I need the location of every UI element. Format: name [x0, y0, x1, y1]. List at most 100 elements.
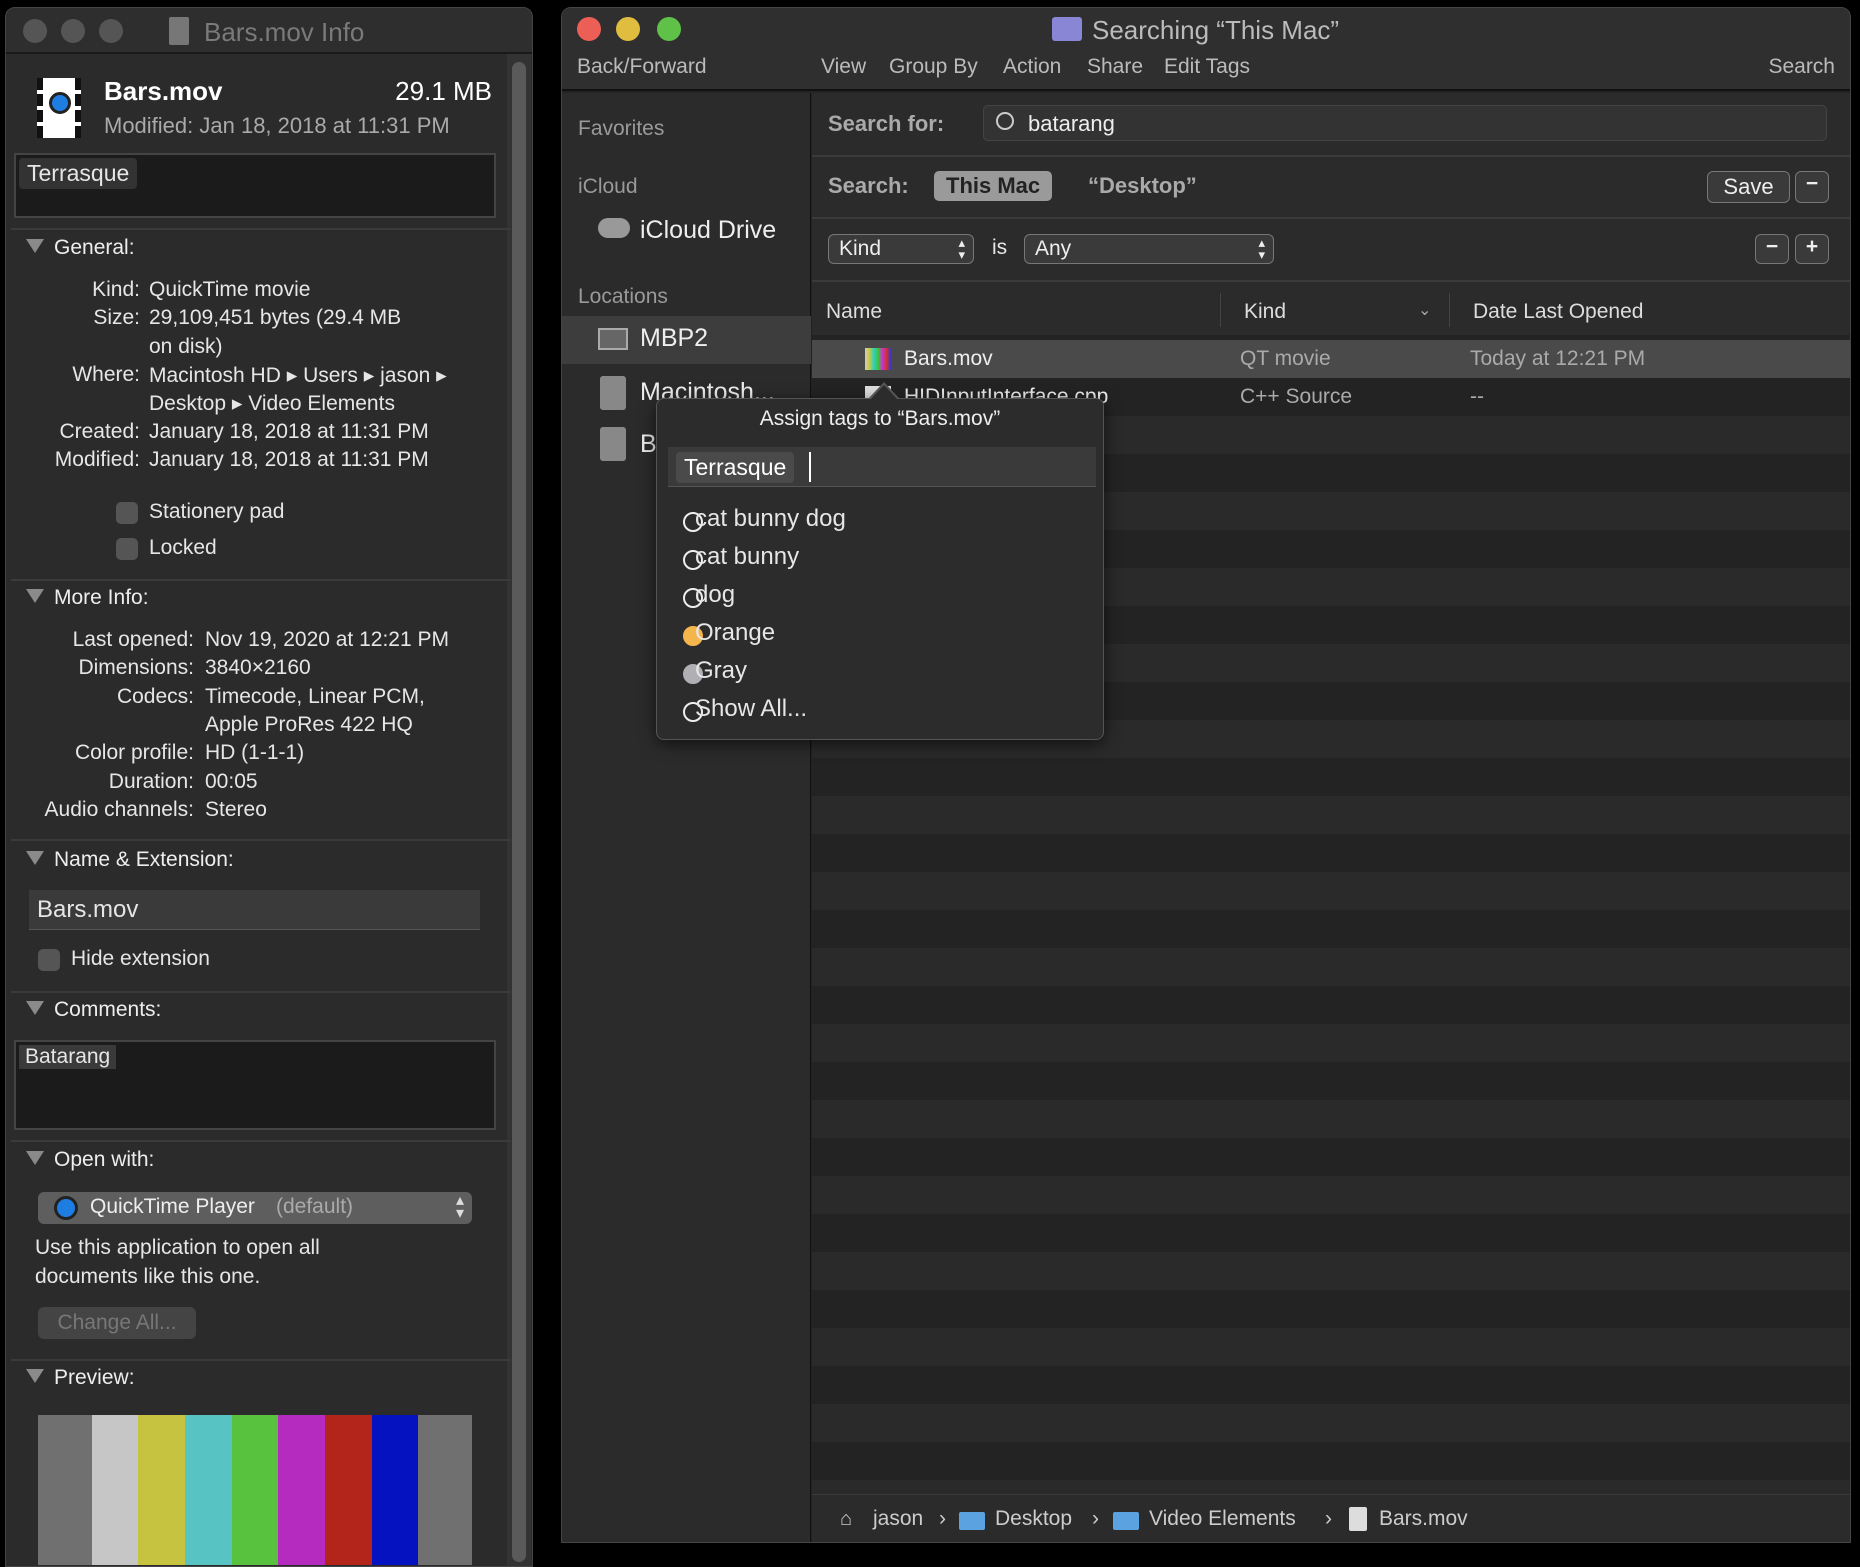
tag-token[interactable]: Terrasque — [19, 158, 138, 189]
info-row-value: 00:05 — [205, 769, 258, 793]
scope-this-mac-button[interactable]: This Mac — [934, 171, 1053, 201]
toolbar: Searching “This Mac” Back/Forward View G… — [562, 8, 1850, 91]
open-with-section-header[interactable]: Open with: — [26, 1148, 154, 1172]
hide-extension-checkbox[interactable] — [38, 949, 60, 971]
criteria-value-popup[interactable]: Any ▴ ▾ — [1024, 234, 1274, 264]
empty-row — [812, 1404, 1850, 1442]
scroll-thumb[interactable] — [512, 62, 526, 1562]
disclosure-triangle-icon[interactable] — [26, 851, 44, 865]
disclosure-triangle-icon[interactable] — [26, 1151, 44, 1165]
back-forward-button[interactable]: Back/Forward — [577, 55, 707, 79]
up-down-chevron-icon: ▴ ▾ — [455, 1192, 464, 1222]
locations-header: Locations — [578, 285, 668, 308]
search-input[interactable]: batarang — [983, 105, 1827, 141]
info-row-value: Nov 19, 2020 at 12:21 PM — [205, 628, 449, 651]
info-row-value: HD (1-1-1) — [205, 741, 305, 765]
stationery-pad-checkbox[interactable] — [116, 502, 138, 524]
zoom-button[interactable] — [657, 17, 681, 41]
zoom-button[interactable] — [99, 19, 123, 43]
modified-date: Modified: Jan 18, 2018 at 11:31 PM — [104, 113, 450, 138]
general-section-header[interactable]: General: — [26, 236, 135, 260]
up-down-chevron-icon: ▴ ▾ — [958, 235, 965, 262]
disclosure-triangle-icon[interactable] — [26, 589, 44, 603]
minimize-button[interactable] — [616, 17, 640, 41]
empty-row — [812, 948, 1850, 986]
tag-token[interactable]: Terrasque — [676, 452, 795, 483]
info-row-label: Audio channels: — [44, 797, 194, 821]
search-icon — [996, 112, 1014, 130]
add-rule-button[interactable]: + — [1795, 234, 1829, 264]
column-header-name[interactable]: Name — [826, 300, 882, 324]
info-row-label: Kind: — [92, 278, 140, 301]
sidebar-item-mbp2[interactable]: MBP2 — [562, 316, 811, 364]
path-item-desktop[interactable]: Desktop — [995, 1507, 1072, 1531]
disclosure-triangle-icon[interactable] — [26, 239, 44, 253]
close-button[interactable] — [577, 17, 601, 41]
path-item-jason[interactable]: jason — [873, 1507, 923, 1531]
folder-icon — [959, 1512, 985, 1530]
scrollbar[interactable] — [507, 54, 531, 1566]
empty-row — [812, 1062, 1850, 1100]
laptop-icon — [598, 328, 628, 350]
name-field[interactable]: Bars.mov — [29, 890, 480, 930]
path-item-bars-mov[interactable]: Bars.mov — [1379, 1507, 1468, 1531]
hide-extension-label: Hide extension — [71, 947, 210, 970]
sort-chevron-icon: ⌄ — [1418, 302, 1432, 319]
empty-row — [812, 1024, 1850, 1062]
group-by-button[interactable]: Group By — [889, 55, 978, 79]
path-item-video-elements[interactable]: Video Elements — [1149, 1507, 1296, 1531]
table-row[interactable]: Bars.mov QT movie Today at 12:21 PM — [812, 340, 1850, 378]
empty-row — [812, 1366, 1850, 1404]
remove-criteria-button[interactable]: − — [1795, 171, 1829, 203]
comments-field[interactable]: Batarang — [14, 1040, 496, 1130]
quicktime-icon — [54, 1196, 78, 1220]
title-bar: Bars.mov Info — [6, 8, 532, 54]
mov-file-icon — [37, 78, 81, 138]
stationery-pad-label: Stationery pad — [149, 500, 285, 523]
minimize-button[interactable] — [61, 19, 85, 43]
popover-title: Assign tags to “Bars.mov” — [759, 407, 1001, 430]
column-header-date-last-opened[interactable]: Date Last Opened — [1473, 300, 1643, 324]
view-button[interactable]: View — [821, 55, 866, 79]
text-cursor — [809, 452, 811, 482]
empty-row — [812, 758, 1850, 796]
tag-input[interactable]: Terrasque — [668, 447, 1096, 487]
criteria-attribute-popup[interactable]: Kind ▴ ▾ — [828, 234, 974, 264]
search-button[interactable]: Search — [1768, 55, 1835, 79]
disclosure-triangle-icon[interactable] — [26, 1001, 44, 1015]
info-row-value: 3840×2160 — [205, 656, 311, 680]
empty-row — [812, 910, 1850, 948]
empty-row — [812, 1442, 1850, 1480]
empty-row — [812, 1480, 1850, 1495]
folder-icon — [1113, 1512, 1139, 1530]
icloud-header: iCloud — [578, 175, 638, 198]
edit-tags-button[interactable]: Edit Tags — [1164, 55, 1250, 79]
open-with-popup[interactable]: QuickTime Player (default) ▴ ▾ — [38, 1192, 472, 1224]
empty-row — [812, 1176, 1850, 1214]
comments-section-header[interactable]: Comments: — [26, 998, 161, 1022]
disclosure-triangle-icon[interactable] — [26, 1369, 44, 1383]
preview-section-header[interactable]: Preview: — [26, 1366, 135, 1390]
search-bar: Search for: batarang Search: This Mac “D… — [812, 93, 1850, 335]
save-search-button[interactable]: Save — [1707, 171, 1790, 203]
color-bar — [278, 1415, 326, 1565]
locked-checkbox[interactable] — [116, 538, 138, 560]
close-button[interactable] — [23, 19, 47, 43]
file-size: 29.1 MB — [395, 76, 492, 106]
remove-rule-button[interactable]: − — [1755, 234, 1789, 264]
action-button[interactable]: Action — [1003, 55, 1061, 79]
more-info-section-header[interactable]: More Info: — [26, 586, 149, 610]
share-button[interactable]: Share — [1087, 55, 1143, 79]
home-icon: ⌂ — [840, 1508, 853, 1530]
scope-desktop-button[interactable]: “Desktop” — [1088, 173, 1197, 199]
info-row-value: January 18, 2018 at 11:31 PM — [149, 419, 429, 443]
info-row-label: Where: — [72, 362, 140, 386]
info-row-label: Dimensions: — [78, 656, 194, 680]
change-all-button[interactable]: Change All... — [38, 1307, 196, 1339]
name-extension-section-header[interactable]: Name & Extension: — [26, 848, 234, 872]
tags-field[interactable]: Terrasque — [14, 153, 496, 218]
color-bar — [91, 1415, 139, 1565]
assign-tags-popover: Assign tags to “Bars.mov” Terrasque cat … — [656, 382, 1104, 740]
column-header-kind[interactable]: Kind — [1244, 300, 1286, 324]
empty-row — [812, 1290, 1850, 1328]
